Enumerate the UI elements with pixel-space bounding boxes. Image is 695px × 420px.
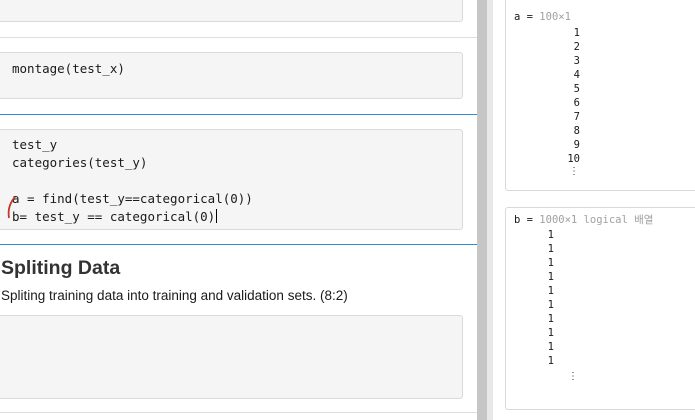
code-line[interactable]: montage(test_x) [12,61,125,76]
run-indicator-icon [7,196,16,219]
value-cell: 1 [547,271,554,283]
value-cell: 6 [573,97,580,109]
code-cell-montage[interactable]: montage(test_x) [0,52,463,99]
value-cell: 1 [547,355,554,367]
value-cell: 1 [547,257,554,269]
value-cell: 1 [547,243,554,255]
variable-header: a = 100×1 [514,11,571,23]
code-cell-test-y[interactable]: test_y categories(test_y) a = find(test_… [0,129,463,230]
output-pane: a = 100×1 1 2 3 4 5 6 7 8 9 10 ⋮ b = 100… [493,0,695,420]
cell-divider [0,412,477,413]
more-rows-icon[interactable]: ⋮ [569,167,579,177]
value-cell: 1 [547,341,554,353]
variable-equals: = [520,214,540,226]
code-cell-previous[interactable] [0,0,463,22]
code-line-current[interactable]: b= test_y == categorical(0) [12,209,218,224]
value-cell: 5 [573,83,580,95]
variable-header: b = 1000×1 logical 배열 [514,212,653,227]
section-heading[interactable]: Spliting Data [1,257,120,280]
value-cell: 2 [573,41,580,53]
text-cursor [216,209,218,223]
value-cell: 1 [547,285,554,297]
code-line[interactable]: test_y [12,137,57,152]
cell-divider [0,37,477,38]
code-cell-empty[interactable] [0,315,463,399]
output-variable-a[interactable]: a = 100×1 1 2 3 4 5 6 7 8 9 10 ⋮ [505,0,695,191]
value-cell: 1 [573,27,580,39]
live-editor: montage(test_x) test_y categories(test_y… [0,0,477,420]
value-cell: 8 [573,125,580,137]
code-line[interactable]: categories(test_y) [12,155,147,170]
output-variable-b[interactable]: b = 1000×1 logical 배열 1 1 1 1 1 1 1 1 1 … [505,207,695,410]
value-cell: 1 [547,299,554,311]
active-cell-divider [0,244,477,245]
active-cell-divider [0,114,477,115]
variable-dims: 1000×1 logical 배열 [539,214,654,226]
value-cell: 1 [547,229,554,241]
value-cell: 1 [547,327,554,339]
value-cell: 3 [573,55,580,67]
value-cell: 9 [573,139,580,151]
code-line-text[interactable]: b= test_y == categorical(0) [12,209,215,224]
variable-dims: 100×1 [539,11,571,23]
variable-equals: = [520,11,540,23]
value-cell: 1 [547,313,554,325]
value-cell: 4 [573,69,580,81]
value-cell: 7 [573,111,580,123]
section-description[interactable]: Spliting training data into training and… [1,288,348,303]
more-rows-icon[interactable]: ⋮ [568,372,578,382]
value-cell: 10 [567,153,580,165]
pane-splitter-grip[interactable] [477,0,487,420]
code-line[interactable]: a = find(test_y==categorical(0)) [12,191,253,206]
